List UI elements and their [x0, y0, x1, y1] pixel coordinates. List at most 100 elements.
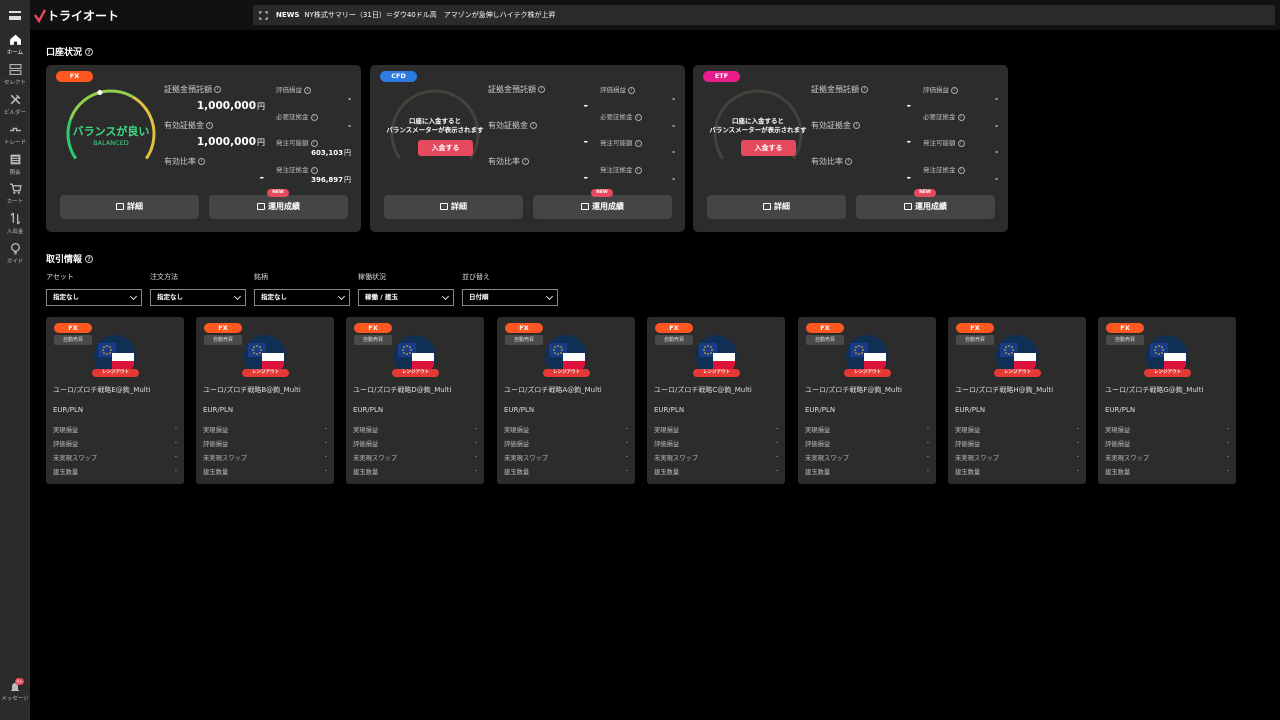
metric-label-text: 必要証拠金	[923, 113, 956, 121]
help-icon[interactable]: ?	[85, 254, 94, 263]
asset-badge: ETF	[703, 71, 740, 82]
currency-pair: EUR/PLN	[353, 406, 384, 414]
info-icon[interactable]: i	[310, 113, 318, 121]
guide-icon	[10, 242, 20, 255]
filter-select[interactable]: 稼働 / 建玉	[358, 289, 454, 306]
deposit-button[interactable]: 入金する	[741, 140, 796, 156]
calendar-icon	[581, 203, 589, 210]
strategy-card[interactable]: FX 自動売買 レンジアウト ユーロ/ズロチ戦略C@鉤_Multi EUR/PLN 実現損…	[647, 317, 785, 484]
metric-row: 建玉数量 -	[955, 467, 1079, 476]
filter-select[interactable]: 指定なし	[150, 289, 246, 306]
info-icon[interactable]: i	[951, 86, 958, 94]
info-icon[interactable]: i	[214, 86, 221, 93]
metric-label: 実現損益	[203, 427, 229, 434]
sidebar-item-cart[interactable]: カート	[0, 182, 30, 205]
metric-row: 建玉数量 -	[805, 467, 929, 476]
sidebar-item-guide[interactable]: ガイド	[0, 242, 30, 265]
info-icon[interactable]: i	[304, 86, 311, 94]
balance-status-en: BALANCED	[93, 139, 129, 147]
metric-label: 建玉数量	[203, 469, 229, 476]
info-icon[interactable]: i	[310, 139, 318, 147]
info-icon[interactable]: i	[845, 158, 852, 165]
info-icon[interactable]: i	[861, 86, 868, 93]
mail-icon	[116, 203, 124, 210]
info-icon[interactable]: i	[957, 166, 965, 174]
range-out-badge: レンジアウト	[994, 369, 1041, 377]
strategy-card[interactable]: FX 自動売買 レンジアウト ユーロ/ズロチ戦略A@鉤_Multi EUR/PLN 実現損…	[497, 317, 635, 484]
strategy-name: ユーロ/ズロチ戦略A@鉤_Multi	[504, 386, 602, 394]
metric-label: 必要証拠金 i	[600, 111, 642, 121]
logo[interactable]: トライオート	[34, 7, 119, 24]
sidebar-item-label: ホーム	[6, 50, 24, 56]
info-icon[interactable]: i	[957, 139, 965, 147]
sidebar-item-trade[interactable]: トレード	[0, 123, 30, 146]
auto-trade-badge: 自動売買	[354, 335, 392, 345]
margin-value: -	[811, 100, 912, 112]
news-ticker[interactable]: NEWS NY株式サマリー（31日）＝ダウ40ドル高 アマゾンが急伸しハイテク株…	[253, 5, 1275, 25]
deposit-button[interactable]: 入金する	[418, 140, 473, 156]
pl-flag-icon	[864, 353, 886, 369]
info-icon[interactable]: i	[522, 158, 529, 165]
inquiry-icon	[10, 154, 20, 165]
help-icon[interactable]: ?	[85, 47, 94, 56]
performance-button[interactable]: 運用成績 NEW	[856, 189, 995, 219]
metric-value: -	[600, 148, 675, 156]
margin-label-text: 有効証拠金	[164, 121, 204, 130]
strategy-card[interactable]: FX 自動売買 レンジアウト ユーロ/ズロチ戦略H@鉤_Multi EUR/PLN 実現損…	[948, 317, 1086, 484]
info-icon[interactable]: i	[634, 139, 642, 147]
metric-label-text: 発注可能額	[600, 139, 633, 147]
metric-label-text: 評価損益	[276, 86, 302, 94]
metric-label: 実現損益	[53, 427, 79, 434]
margin-value: -	[811, 172, 912, 184]
info-icon[interactable]: i	[530, 122, 537, 129]
info-icon[interactable]: i	[198, 158, 205, 165]
strategy-name: ユーロ/ズロチ戦略C@鉤_Multi	[654, 386, 752, 394]
info-icon[interactable]: i	[853, 122, 860, 129]
metric-label: 実現損益	[1105, 427, 1131, 434]
detail-button[interactable]: 詳細	[384, 195, 523, 219]
info-icon[interactable]: i	[538, 86, 545, 93]
sidebar-item-select[interactable]: セレクト	[0, 63, 30, 86]
margin-value: -	[164, 172, 265, 184]
detail-button[interactable]: 詳細	[707, 195, 846, 219]
strategy-card[interactable]: FX 自動売買 レンジアウト ユーロ/ズロチ戦略B@鉤_Multi EUR/PLN 実現損…	[196, 317, 334, 484]
metric-label: 発注可能額 i	[600, 137, 642, 147]
sidebar-item-home[interactable]: ホーム	[0, 33, 30, 56]
performance-button[interactable]: 運用成績 NEW	[533, 189, 672, 219]
info-icon[interactable]: i	[628, 86, 635, 94]
filter-select[interactable]: 指定なし	[46, 289, 142, 306]
strategy-card[interactable]: FX 自動売買 レンジアウト ユーロ/ズロチ戦略G@鉤_Multi EUR/PLN 実現損…	[1098, 317, 1236, 484]
info-icon[interactable]: i	[206, 122, 213, 129]
metric-label: 評価損益	[955, 441, 981, 448]
margin-value-number: -	[906, 100, 911, 112]
sidebar-item-inquiry[interactable]: 照会	[0, 153, 30, 176]
sidebar-item-message[interactable]: 9+ メッセージ	[0, 678, 30, 702]
info-icon[interactable]: i	[310, 166, 318, 174]
strategy-card[interactable]: FX 自動売買 レンジアウト ユーロ/ズロチ戦略F@鉤_Multi EUR/PLN 実現損…	[798, 317, 936, 484]
strategy-card[interactable]: FX 自動売買 レンジアウト ユーロ/ズロチ戦略E@鉤_Multi EUR/PLN 実現損…	[46, 317, 184, 484]
filter-select[interactable]: 指定なし	[254, 289, 350, 306]
info-icon[interactable]: i	[634, 166, 642, 174]
metric-value-number: -	[348, 122, 351, 130]
metric-row: 評価損益 -	[353, 439, 477, 448]
auto-trade-badge: 自動売買	[54, 335, 92, 345]
news-headline[interactable]: NY株式サマリー（31日）＝ダウ40ドル高 アマゾンが急伸しハイテク株が上昇	[304, 10, 555, 20]
info-icon[interactable]: i	[634, 113, 642, 121]
sidebar-item-builder[interactable]: ビルダー	[0, 93, 30, 116]
metric-label-text: 発注可能額	[923, 139, 956, 147]
metric-row: 実現損益 -	[805, 425, 929, 434]
expand-icon[interactable]	[259, 10, 268, 20]
metric-value-number: 603,103	[311, 149, 343, 157]
sidebar-item-label: ビルダー	[3, 110, 26, 116]
detail-button[interactable]: 詳細	[60, 195, 199, 219]
metric-value: -	[923, 95, 998, 103]
sidebar-item-transfer[interactable]: 入出金	[0, 212, 30, 235]
performance-button[interactable]: 運用成績 NEW	[209, 189, 348, 219]
filter-label: 並び替え	[462, 273, 490, 281]
filter-select[interactable]: 日付順	[462, 289, 558, 306]
info-icon[interactable]: i	[957, 113, 965, 121]
metric-value: -	[775, 439, 778, 446]
metric-row: 未実現スワップ -	[353, 453, 477, 462]
hamburger-menu-icon[interactable]	[9, 11, 21, 20]
strategy-card[interactable]: FX 自動売買 レンジアウト ユーロ/ズロチ戦略D@鉤_Multi EUR/PLN 実現損…	[346, 317, 484, 484]
